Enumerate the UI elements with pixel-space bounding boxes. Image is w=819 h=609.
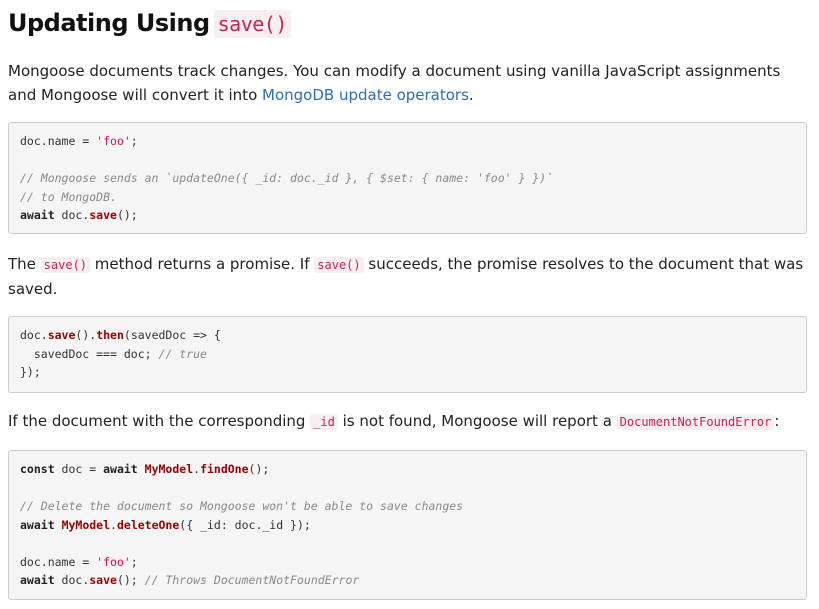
code-text: doc. xyxy=(54,208,90,222)
inline-code: save() xyxy=(314,257,364,273)
para-text: The xyxy=(8,255,41,273)
code-text: (); xyxy=(248,462,270,476)
para-text: is not found, Mongoose will report a xyxy=(337,412,617,430)
code-line: }); xyxy=(20,365,41,379)
code-comment: // Throws DocumentNotFoundError xyxy=(144,573,360,587)
code-line: doc.name = 'foo'; xyxy=(20,553,795,572)
code-string: 'foo' xyxy=(96,554,131,569)
code-class: MyModel xyxy=(61,517,111,532)
code-keyword: await xyxy=(20,573,55,587)
code-text: (); xyxy=(116,573,145,587)
intro-paragraph: Mongoose documents track changes. You ca… xyxy=(8,59,808,107)
heading-code: save() xyxy=(213,10,291,38)
code-text: doc. xyxy=(54,573,90,587)
inline-code: DocumentNotFoundError xyxy=(616,414,775,430)
code-block-2: doc.save().then(savedDoc => { savedDoc =… xyxy=(8,316,807,393)
code-line: await doc.save(); // Throws DocumentNotF… xyxy=(20,571,795,590)
code-class: MyModel xyxy=(144,462,194,476)
code-block-1: doc.name = 'foo'; // Mongoose sends an `u… xyxy=(8,122,807,234)
code-keyword: const xyxy=(20,462,55,476)
code-block-2-pre: doc.save().then(savedDoc => { savedDoc =… xyxy=(20,326,795,382)
code-comment: // true xyxy=(158,346,207,361)
code-text: (savedDoc => { xyxy=(123,328,221,342)
code-comment: // Mongoose sends an `updateOne({ _id: d… xyxy=(20,171,554,185)
code-text: doc.name = xyxy=(20,554,97,569)
inline-code: save() xyxy=(40,257,91,273)
inline-code: _id xyxy=(310,414,338,430)
code-text: . xyxy=(110,517,117,532)
code-function: save xyxy=(47,328,76,342)
code-line: await MyModel.deleteOne({ _id: doc._id }… xyxy=(20,516,795,535)
code-line: const doc = await MyModel.findOne(); xyxy=(20,460,795,479)
code-text: doc.name = xyxy=(20,134,97,148)
intro-period: . xyxy=(468,86,474,104)
code-block-3: const doc = await MyModel.findOne();// D… xyxy=(8,450,807,600)
notfound-paragraph: If the document with the corresponding _… xyxy=(8,409,808,434)
para-text: If the document with the corresponding xyxy=(8,412,311,430)
para-text: : xyxy=(774,412,780,430)
code-line: doc.name = 'foo'; xyxy=(20,132,795,151)
code-comment: // to MongoDB. xyxy=(20,189,117,204)
code-text: ({ _id: doc._id }); xyxy=(179,517,311,532)
code-block-1-pre: doc.name = 'foo'; // Mongoose sends an `u… xyxy=(20,132,795,225)
page-heading: Updating Using save() xyxy=(8,6,291,41)
code-text: ; xyxy=(130,554,138,569)
code-function: findOne xyxy=(200,462,249,476)
save-paragraph: The save() method returns a promise. If … xyxy=(8,252,808,301)
code-text: ; xyxy=(130,134,138,148)
code-function: then xyxy=(96,328,124,342)
code-text: (). xyxy=(75,328,97,342)
code-keyword: await xyxy=(103,462,138,476)
mongodb-update-operators-link[interactable]: MongoDB update operators xyxy=(262,86,469,104)
code-function: save xyxy=(89,573,117,587)
code-text: savedDoc === doc; xyxy=(20,346,159,361)
code-line: await doc.save(); xyxy=(20,206,795,225)
code-function: deleteOne xyxy=(116,517,180,532)
code-function: save xyxy=(89,208,117,222)
code-line: savedDoc === doc; // true xyxy=(20,345,795,364)
para-text: method returns a promise. If xyxy=(90,255,315,273)
code-text: (); xyxy=(116,208,138,222)
code-keyword: await xyxy=(20,517,55,532)
code-text: doc. xyxy=(20,328,48,342)
code-comment: // Delete the document so Mongoose won't… xyxy=(20,499,464,513)
code-line: doc.save().then(savedDoc => { xyxy=(20,326,795,345)
code-text: doc = xyxy=(54,462,104,476)
code-block-3-pre: const doc = await MyModel.findOne();// D… xyxy=(20,460,795,590)
code-keyword: await xyxy=(20,208,55,222)
heading-text: Updating Using xyxy=(8,9,210,37)
code-string: 'foo' xyxy=(96,134,131,148)
